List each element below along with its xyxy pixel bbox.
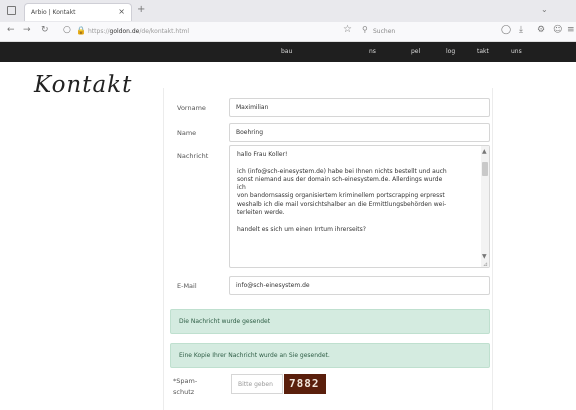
search-input[interactable]: Suchen — [361, 25, 481, 39]
url-domain: goldon.de — [109, 28, 140, 35]
message-line: weshalb ich die mail vorsichtshalber an … — [237, 200, 447, 208]
message-line: hallo Frau Koller! — [237, 151, 288, 158]
pocket-icon[interactable]: ◯ — [501, 25, 511, 35]
success-alert-sent: Die Nachricht wurde gesendet — [170, 309, 490, 334]
message-line: ich (info@sch-einesystem.de) habe bei Ih… — [237, 167, 447, 175]
captcha-image: 7882 — [284, 374, 326, 394]
vorname-label: Vorname — [177, 104, 206, 112]
captcha-label-line: *Spam- — [173, 377, 198, 385]
forward-icon[interactable]: → — [23, 25, 31, 35]
tab-list-icon[interactable] — [7, 6, 16, 15]
browser-navbar: ← → ↻ ○ 🔒 https://goldon.de/de/kontakt.h… — [0, 22, 576, 42]
message-line: terleiten werde. — [237, 209, 285, 217]
new-tab-icon[interactable]: + — [137, 4, 145, 15]
message-line: handelt es sich um einen Irrtum ihrersei… — [237, 225, 366, 233]
account-icon[interactable]: ☺ — [553, 25, 562, 35]
reload-icon[interactable]: ↻ — [41, 25, 49, 35]
email-label: E-Mail — [177, 282, 197, 290]
bookmark-star-icon[interactable]: ☆ — [343, 24, 352, 35]
site-nav-item[interactable]: bau — [281, 48, 292, 55]
message-line: ich — [237, 184, 246, 192]
name-field[interactable]: Boehring — [229, 123, 490, 142]
site-nav-item[interactable]: takt — [477, 48, 489, 55]
resize-handle-icon[interactable]: ⊿ — [483, 261, 488, 268]
site-navigation: bau ns pel log takt uns — [0, 42, 576, 62]
site-nav-item[interactable]: ns — [369, 48, 376, 55]
address-bar[interactable]: https://goldon.de/de/kontakt.html — [76, 25, 326, 39]
message-line — [237, 217, 473, 225]
success-alert-copy: Eine Kopie Ihrer Nachricht wurde an Sie … — [170, 343, 490, 368]
captcha-label-line: schutz — [173, 388, 195, 396]
extensions-icon[interactable]: ⚙ — [537, 25, 545, 35]
message-line — [237, 159, 473, 167]
page-title: Kontakt — [34, 72, 133, 98]
vorname-field[interactable]: Maximilian — [229, 98, 490, 117]
site-nav-item[interactable]: pel — [411, 48, 420, 55]
chevron-down-icon[interactable]: ⌄ — [541, 5, 548, 14]
name-label: Name — [177, 129, 197, 137]
nachricht-textarea[interactable]: hallo Frau Koller! ich (info@sch-einesys… — [229, 145, 490, 268]
email-field[interactable]: info@sch-einesystem.de — [229, 276, 490, 295]
url-prefix: https:// — [88, 28, 110, 35]
tab-title: Arbio | Kontakt — [31, 9, 76, 16]
download-icon[interactable]: ⤓ — [519, 25, 523, 35]
scrollbar-thumb[interactable] — [482, 162, 488, 176]
site-nav-item[interactable]: log — [446, 48, 455, 55]
message-line: von bandornsassig organisiertem kriminel… — [237, 192, 445, 200]
menu-icon[interactable]: ≡ — [567, 25, 575, 35]
captcha-input[interactable]: Bitte geben — [231, 374, 283, 394]
captcha-label: *Spam- schutz — [173, 376, 197, 398]
scroll-up-icon[interactable]: ▲ — [482, 148, 487, 155]
url-path: /de/kontakt.html — [139, 28, 190, 35]
browser-tabstrip: Arbio | Kontakt × + ⌄ — [0, 0, 576, 22]
browser-tab-active[interactable]: Arbio | Kontakt × — [24, 3, 132, 21]
site-nav-item[interactable]: uns — [511, 48, 522, 55]
shield-icon[interactable]: ○ — [63, 25, 71, 35]
message-line: sonst niemand aus der domain sch-einesys… — [237, 175, 443, 183]
back-icon[interactable]: ← — [7, 25, 15, 35]
scroll-down-icon[interactable]: ▼ — [482, 253, 487, 260]
tab-close-icon[interactable]: × — [118, 7, 125, 16]
nachricht-label: Nachricht — [177, 152, 209, 160]
